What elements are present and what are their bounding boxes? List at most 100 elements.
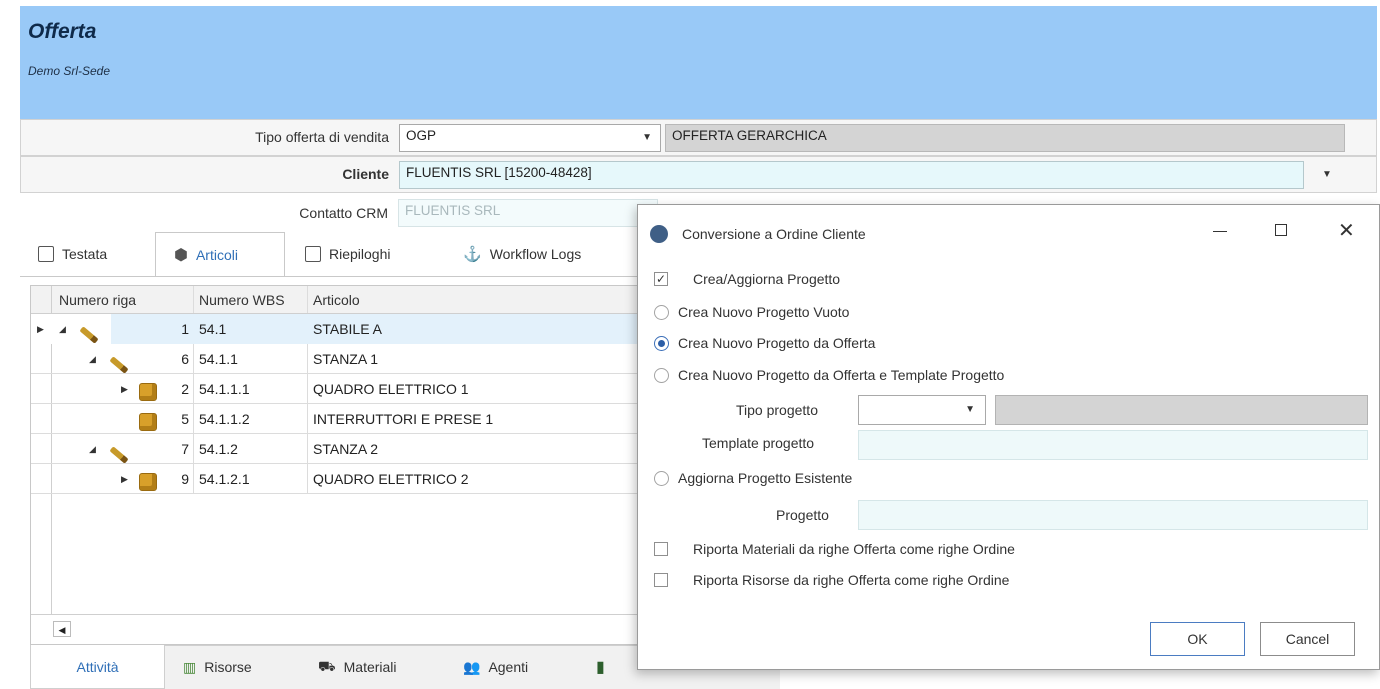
ok-button[interactable]: OK — [1150, 622, 1245, 656]
row-articolo: STANZA 1 — [313, 351, 379, 367]
table-row[interactable]: ▶ 2 54.1.1.1 QUADRO ELETTRICO 1 — [31, 374, 651, 404]
row-wbs: 54.1 — [199, 321, 227, 337]
riporta-materiali-checkbox[interactable] — [654, 542, 668, 556]
row-wbs: 54.1.2 — [199, 441, 238, 457]
cliente-input[interactable]: FLUENTIS SRL [15200-48428] — [399, 161, 1304, 189]
chevron-down-icon: ▼ — [642, 132, 652, 143]
row-numero: 1 — [181, 321, 189, 337]
page-title: Offerta — [28, 20, 97, 43]
page-subtitle: Demo Srl-Sede — [28, 64, 111, 78]
tab-label: Attività — [76, 658, 119, 675]
tab-attivita[interactable]: Attività — [30, 645, 165, 689]
cube-icon — [139, 471, 157, 501]
tab-testata[interactable]: Testata — [38, 232, 153, 276]
chevron-down-icon[interactable]: ▼ — [1322, 169, 1332, 180]
document-icon — [38, 246, 54, 262]
articoli-grid: Numero riga Numero WBS Articolo ▶ ◢ 1 54… — [30, 285, 651, 645]
row-numero: 5 — [181, 411, 189, 427]
row-articolo: STANZA 2 — [313, 441, 379, 457]
radio-offerta-template[interactable] — [654, 368, 669, 383]
tab-agenti[interactable]: 👥 Agenti — [463, 645, 573, 689]
row-articolo: QUADRO ELETTRICO 2 — [313, 471, 469, 487]
crea-aggiorna-label: Crea/Aggiorna Progetto — [693, 271, 841, 287]
row-indicator-icon: ▶ — [37, 324, 44, 334]
tab-risorse[interactable]: ▥ Risorse — [183, 645, 293, 689]
agents-icon: 👥 — [463, 658, 481, 675]
tipo-progetto-select[interactable]: ▼ — [858, 395, 986, 425]
tab-label: Testata — [62, 246, 108, 262]
tab-label: Agenti — [488, 659, 529, 675]
table-row[interactable]: ▶ ◢ 1 54.1 STABILE A — [31, 314, 651, 344]
tab-label: Riepiloghi — [329, 246, 391, 262]
tipo-progetto-description — [995, 395, 1368, 425]
template-progetto-label: Template progetto — [702, 435, 815, 451]
row-wbs: 54.1.1.2 — [199, 411, 250, 427]
door-icon: ▮ — [596, 659, 605, 676]
conversion-dialog: Conversione a Ordine Cliente ✕ ✓ Crea/Ag… — [637, 204, 1380, 670]
expand-icon[interactable]: ▶ — [121, 374, 128, 404]
table-row[interactable]: ◢ 6 54.1.1 STANZA 1 — [31, 344, 651, 374]
tab-label: Materiali — [343, 659, 397, 675]
horizontal-scrollbar[interactable]: ◀ — [31, 614, 651, 644]
row-wbs: 54.1.1 — [199, 351, 238, 367]
col-numero-riga[interactable]: Numero riga — [59, 286, 136, 314]
resources-icon: ▥ — [183, 658, 197, 675]
radio-esistente-label: Aggiorna Progetto Esistente — [678, 470, 853, 486]
contatto-input[interactable]: FLUENTIS SRL — [398, 199, 658, 227]
radio-da-offerta[interactable] — [654, 336, 669, 351]
tab-materiali[interactable]: ⛟ Materiali — [318, 645, 438, 689]
box-icon: ⬢ — [174, 246, 188, 264]
page-header: Offerta Demo Srl-Sede — [20, 6, 1377, 119]
cliente-label: Cliente — [342, 166, 389, 182]
minimize-icon[interactable] — [1213, 231, 1227, 232]
maximize-icon[interactable] — [1275, 224, 1287, 236]
table-row[interactable]: 5 54.1.1.2 INTERRUTTORI E PRESE 1 — [31, 404, 651, 434]
materials-icon: ⛟ — [318, 657, 336, 674]
table-row[interactable]: ◢ 7 54.1.2 STANZA 2 — [31, 434, 651, 464]
tab-label: Articoli — [195, 246, 238, 263]
app-icon — [650, 225, 668, 243]
cancel-button[interactable]: Cancel — [1260, 622, 1355, 656]
tab-door-icon-tab[interactable]: ▮ — [596, 645, 636, 689]
template-progetto-input[interactable] — [858, 430, 1368, 460]
chevron-down-icon: ▼ — [965, 404, 975, 415]
document-icon — [305, 246, 321, 262]
radio-da-offerta-label: Crea Nuovo Progetto da Offerta — [678, 335, 876, 351]
expand-icon[interactable]: ▶ — [121, 464, 128, 494]
contatto-label: Contatto CRM — [299, 205, 388, 221]
radio-vuoto-label: Crea Nuovo Progetto Vuoto — [678, 304, 850, 320]
dialog-title: Conversione a Ordine Cliente — [682, 226, 866, 242]
row-articolo: INTERRUTTORI E PRESE 1 — [313, 411, 494, 427]
tipo-offerta-value: OGP — [406, 128, 437, 143]
form-row-cliente: Cliente FLUENTIS SRL [15200-48428] ▼ — [20, 156, 1377, 193]
tab-articoli[interactable]: ⬢ Articoli — [155, 232, 285, 276]
crea-aggiorna-checkbox[interactable]: ✓ — [654, 272, 668, 286]
riporta-risorse-checkbox[interactable] — [654, 573, 668, 587]
row-wbs: 54.1.2.1 — [199, 471, 250, 487]
row-wbs: 54.1.1.1 — [199, 381, 250, 397]
collapse-icon[interactable]: ◢ — [59, 314, 66, 344]
progetto-input[interactable] — [858, 500, 1368, 530]
table-row[interactable]: ▶ 9 54.1.2.1 QUADRO ELETTRICO 2 — [31, 464, 651, 494]
tipo-offerta-label: Tipo offerta di vendita — [255, 129, 389, 145]
scroll-left-icon[interactable]: ◀ — [53, 621, 71, 637]
collapse-icon[interactable]: ◢ — [89, 344, 96, 374]
progetto-label: Progetto — [776, 507, 829, 523]
col-articolo[interactable]: Articolo — [313, 286, 360, 314]
grid-header: Numero riga Numero WBS Articolo — [31, 286, 651, 314]
tipo-offerta-select[interactable]: OGP ▼ — [399, 124, 661, 152]
row-numero: 9 — [181, 471, 189, 487]
radio-vuoto[interactable] — [654, 305, 669, 320]
form-row-tipo-offerta: Tipo offerta di vendita OGP ▼ OFFERTA GE… — [20, 119, 1377, 156]
radio-offerta-template-label: Crea Nuovo Progetto da Offerta e Templat… — [678, 367, 1005, 383]
radio-esistente[interactable] — [654, 471, 669, 486]
tipo-progetto-label: Tipo progetto — [736, 402, 818, 418]
tab-riepiloghi[interactable]: Riepiloghi — [305, 232, 435, 276]
riporta-materiali-label: Riporta Materiali da righe Offerta come … — [693, 541, 1015, 557]
row-numero: 2 — [181, 381, 189, 397]
col-numero-wbs[interactable]: Numero WBS — [199, 286, 285, 314]
close-icon[interactable]: ✕ — [1338, 218, 1355, 243]
riporta-risorse-label: Riporta Risorse da righe Offerta come ri… — [693, 572, 1010, 588]
collapse-icon[interactable]: ◢ — [89, 434, 96, 464]
tab-workflow-logs[interactable]: ⚓ Workflow Logs — [463, 232, 633, 276]
